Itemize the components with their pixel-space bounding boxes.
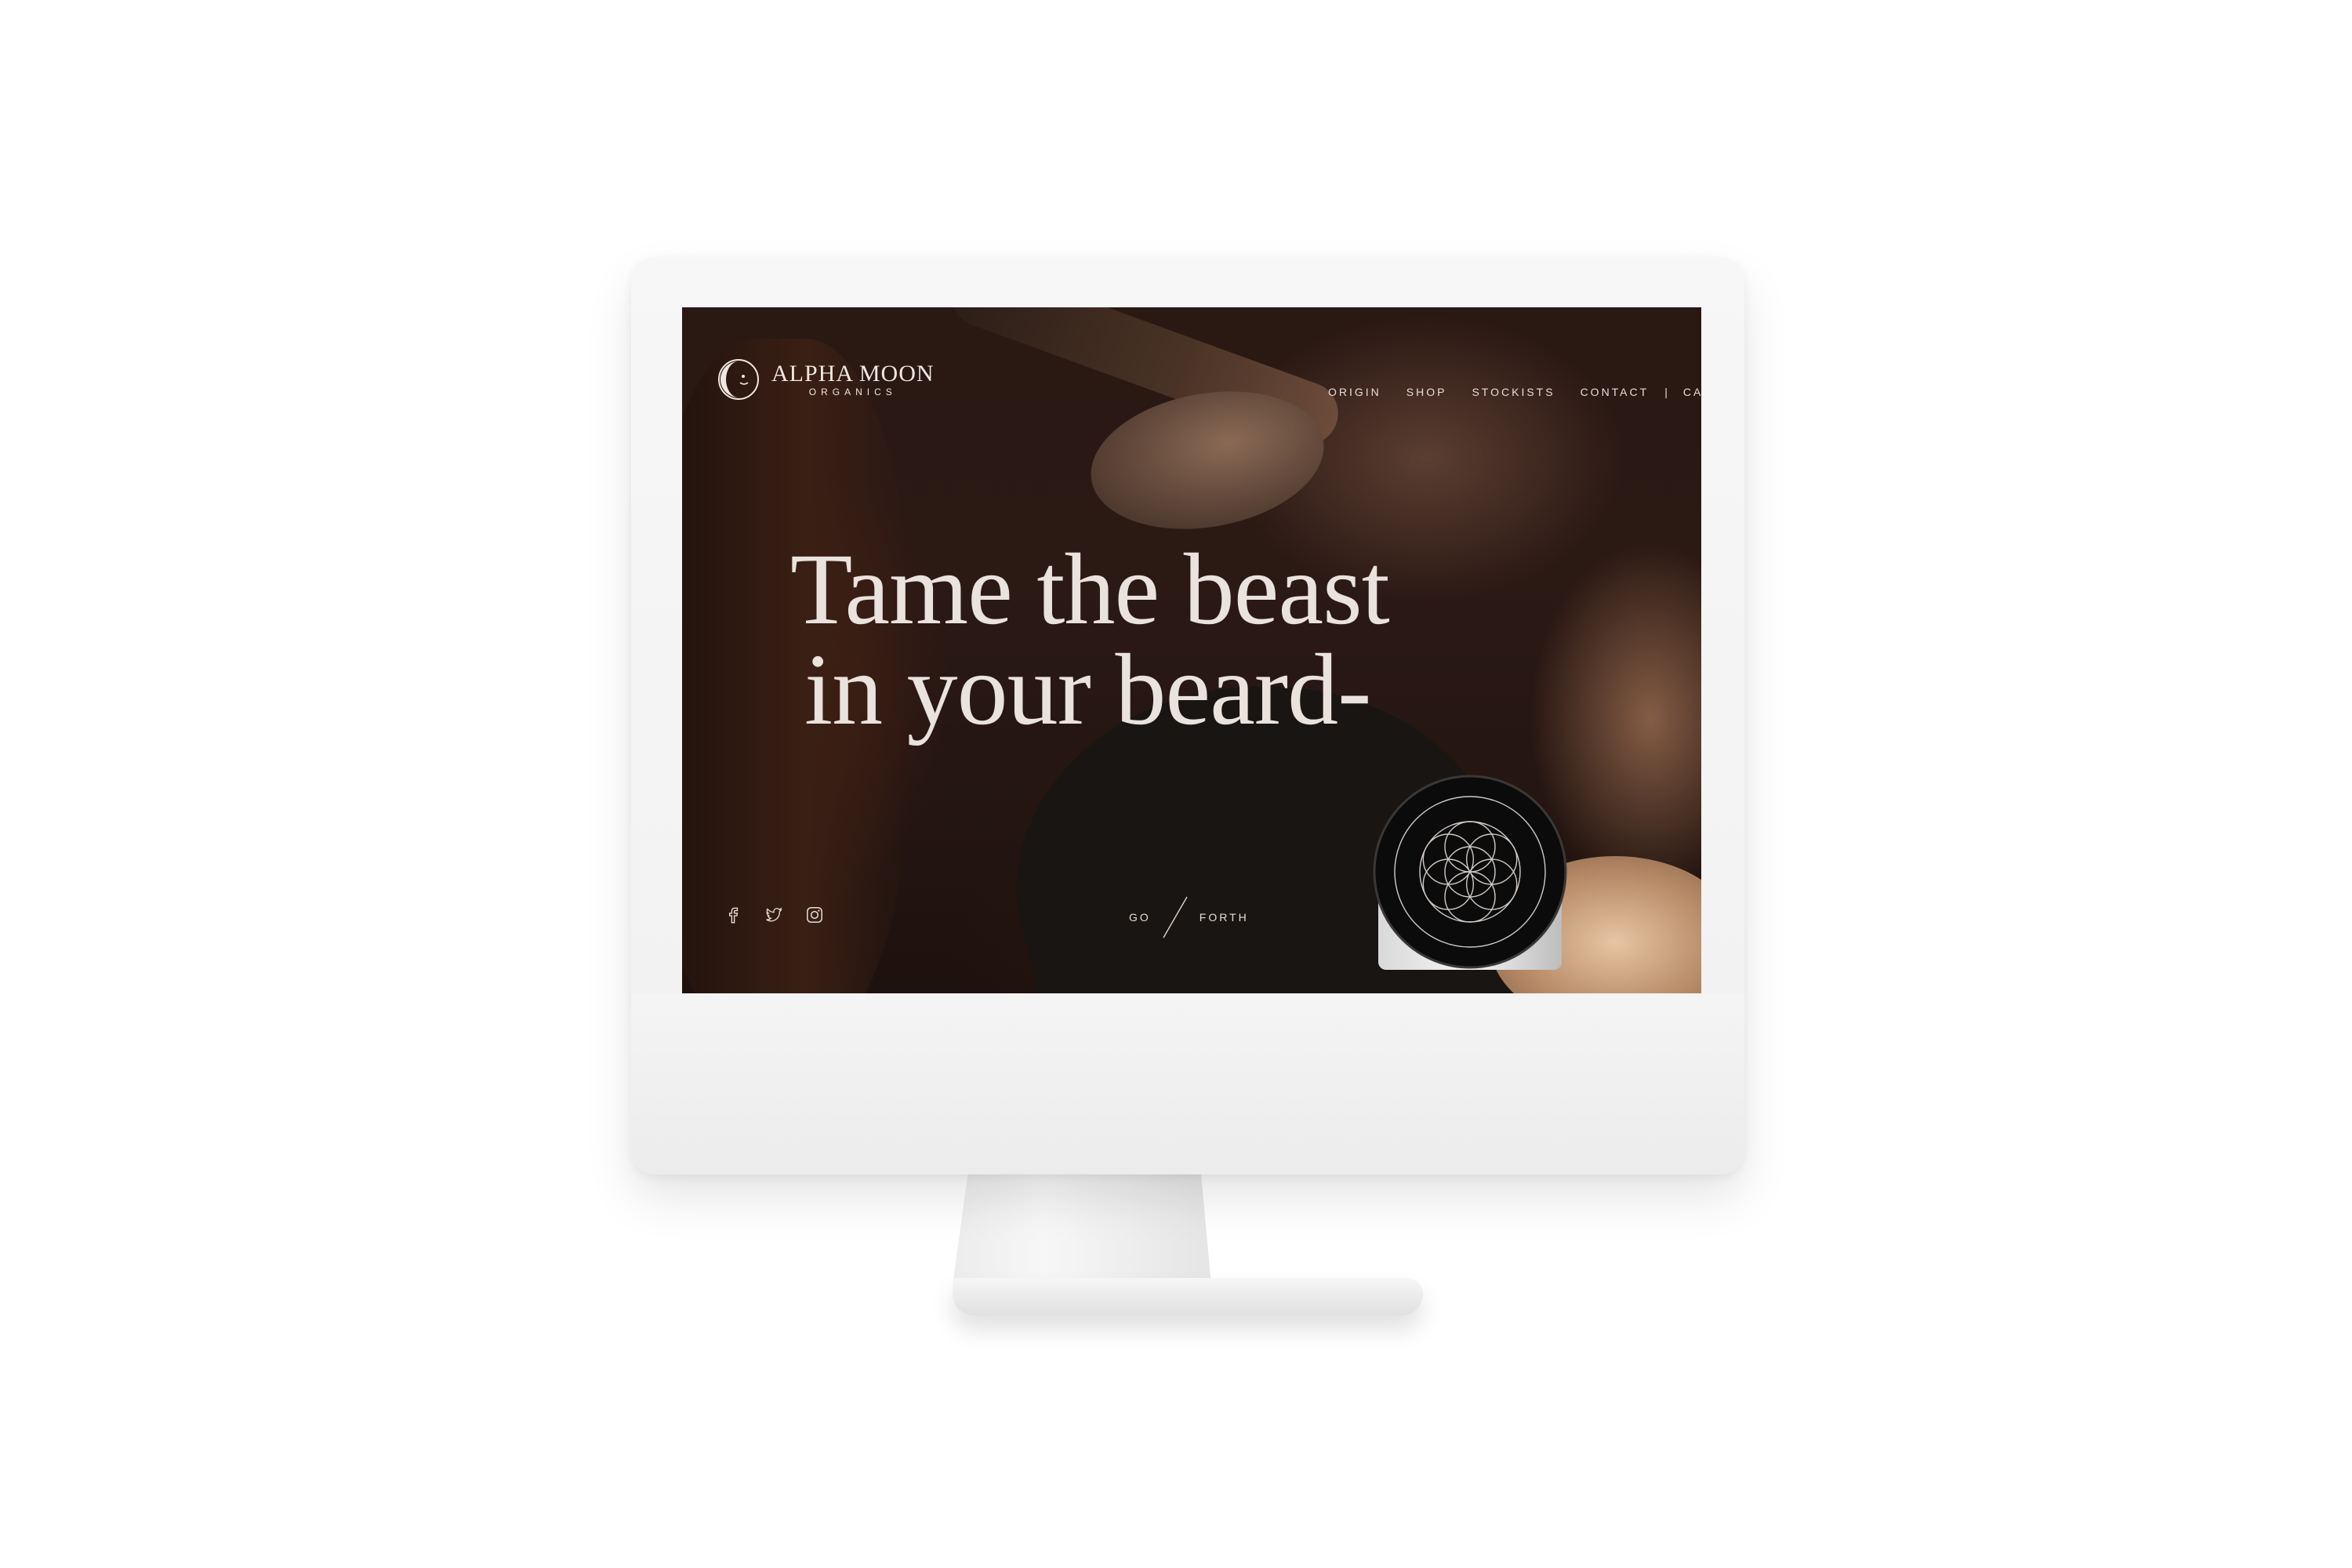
moon-logo-icon (718, 359, 759, 400)
go-forth-left-label: GO (1129, 911, 1151, 924)
hero-headline: Tame the beast in your beard- (790, 533, 1390, 746)
monitor-stand-foot (953, 1278, 1423, 1316)
nav-item-cart[interactable]: CART (1683, 386, 1701, 398)
social-links (723, 905, 825, 925)
hero-headline-line-1: Tame the beast (790, 533, 1390, 646)
brand-subtitle: ORGANICS (808, 387, 897, 397)
monitor-chin (631, 994, 1744, 1174)
slash-divider-icon (1163, 896, 1188, 938)
monitor-stand-neck (953, 1172, 1211, 1286)
go-forth-link[interactable]: GO FORTH (1129, 894, 1249, 941)
nav-item-stockists[interactable]: STOCKISTS (1472, 386, 1555, 398)
go-forth-right-label: FORTH (1199, 911, 1249, 924)
instagram-icon[interactable] (804, 905, 825, 925)
brand-wordmark: ALPHA MOON ORGANICS (771, 361, 935, 398)
beard-balm-jar-image (1373, 775, 1567, 970)
hero-headline-line-2: in your beard- (804, 633, 1371, 746)
main-nav: ORIGIN SHOP STOCKISTS CONTACT | CART (1328, 386, 1701, 398)
facebook-icon[interactable] (723, 905, 743, 925)
brand-name: ALPHA MOON (771, 361, 935, 387)
nav-item-origin[interactable]: ORIGIN (1328, 386, 1381, 398)
nav-divider: | (1664, 386, 1668, 398)
website-screen: ALPHA MOON ORGANICS ORIGIN SHOP STOCKIST… (682, 307, 1701, 993)
twitter-icon[interactable] (764, 905, 784, 925)
nav-item-shop[interactable]: SHOP (1406, 386, 1447, 398)
brand-logo[interactable]: ALPHA MOON ORGANICS (717, 358, 935, 401)
mockup-stage: ALPHA MOON ORGANICS ORIGIN SHOP STOCKIST… (0, 0, 2352, 1568)
nav-item-contact[interactable]: CONTACT (1581, 386, 1650, 398)
